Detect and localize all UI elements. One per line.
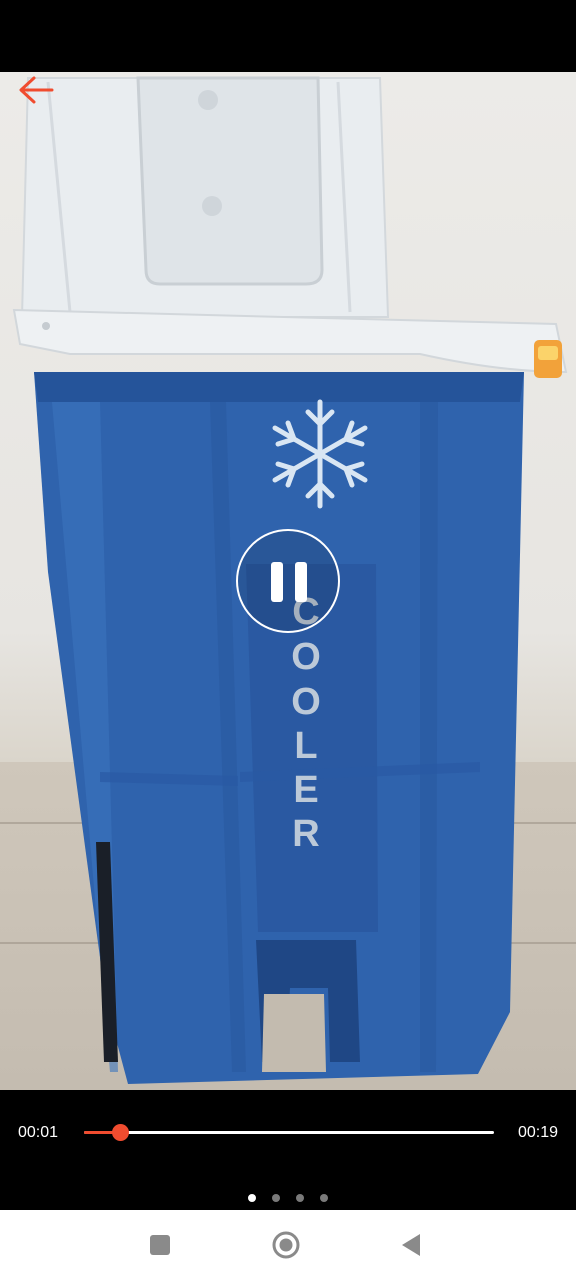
page-dot[interactable] xyxy=(272,1194,280,1202)
home-icon xyxy=(272,1231,300,1259)
seek-bar[interactable] xyxy=(84,1124,494,1141)
seek-thumb[interactable] xyxy=(111,1124,129,1141)
duration: 00:19 xyxy=(517,1124,558,1141)
svg-text:O: O xyxy=(291,636,321,678)
pause-button[interactable] xyxy=(236,529,340,633)
page-dot[interactable] xyxy=(320,1194,328,1202)
recents-icon xyxy=(150,1235,170,1255)
status-bar xyxy=(0,0,576,72)
page-dot[interactable] xyxy=(296,1194,304,1202)
svg-text:L: L xyxy=(294,725,317,767)
player-controls: 00:01 00:19 xyxy=(0,1090,576,1210)
back-triangle-icon xyxy=(402,1234,420,1256)
arrow-left-icon xyxy=(19,76,54,104)
pause-icon xyxy=(271,562,283,602)
svg-text:R: R xyxy=(292,813,319,855)
page-dot[interactable] xyxy=(248,1194,256,1202)
current-time: 00:01 xyxy=(18,1124,59,1141)
svg-text:O: O xyxy=(291,681,321,723)
system-nav-bar xyxy=(0,1210,576,1280)
page-indicator xyxy=(0,1194,576,1204)
back-button[interactable] xyxy=(16,74,56,106)
recents-button[interactable] xyxy=(145,1230,175,1260)
svg-text:E: E xyxy=(293,769,318,811)
nav-back-button[interactable] xyxy=(396,1230,426,1260)
home-button[interactable] xyxy=(271,1230,301,1260)
